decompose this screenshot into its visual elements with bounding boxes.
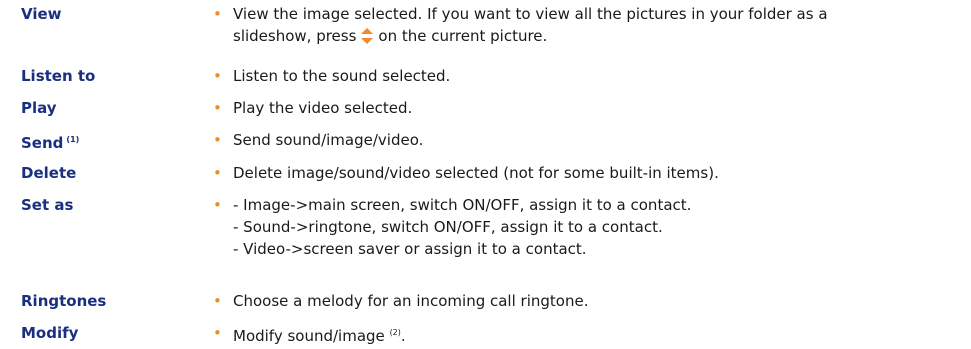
description-line: - Sound->ringtone, switch ON/OFF, assign… xyxy=(233,218,663,236)
description-set-as: - Image->main screen, switch ON/OFF, ass… xyxy=(233,194,958,260)
description-line: - Image->main screen, switch ON/OFF, ass… xyxy=(233,196,692,214)
term-set-as: Set as xyxy=(21,196,74,214)
description-listen-to: Listen to the sound selected. xyxy=(233,65,958,87)
description-ringtones: Choose a melody for an incoming call rin… xyxy=(233,290,958,312)
description-line: Choose a melody for an incoming call rin… xyxy=(233,292,589,310)
bullet: • xyxy=(213,67,222,85)
footnote-marker: (1) xyxy=(66,135,80,144)
description-line: slideshow, press on the current picture. xyxy=(233,27,548,45)
bullet: • xyxy=(213,292,222,310)
description-line: View the image selected. If you want to … xyxy=(233,5,828,23)
description-line: - Video->screen saver or assign it to a … xyxy=(233,240,587,258)
term-listen-to: Listen to xyxy=(21,67,96,85)
bullet: • xyxy=(213,131,222,149)
description-play: Play the video selected. xyxy=(233,97,958,119)
description-line: Send sound/image/video. xyxy=(233,131,424,149)
term-modify: Modify xyxy=(21,324,79,342)
term-delete: Delete xyxy=(21,164,77,182)
description-line: Play the video selected. xyxy=(233,99,413,117)
description-view: View the image selected. If you want to … xyxy=(233,3,958,47)
term-ringtones: Ringtones xyxy=(21,292,107,310)
definition-list: View • View the image selected. If you w… xyxy=(0,0,971,349)
footnote-marker: (2) xyxy=(389,328,401,337)
description-line: Delete image/sound/video selected (not f… xyxy=(233,164,719,182)
description-delete: Delete image/sound/video selected (not f… xyxy=(233,162,958,184)
term-play: Play xyxy=(21,99,57,117)
description-modify: Modify sound/image (2). xyxy=(233,322,958,347)
term-send: Send (1) xyxy=(21,134,80,152)
bullet: • xyxy=(213,164,222,182)
description-send: Send sound/image/video. xyxy=(233,129,958,151)
bullet: • xyxy=(213,99,222,117)
term-view: View xyxy=(21,5,62,23)
description-line: Listen to the sound selected. xyxy=(233,67,451,85)
bullet: • xyxy=(213,196,222,214)
description-line: Modify sound/image (2). xyxy=(233,327,406,345)
up-down-arrow-icon xyxy=(361,28,374,44)
bullet: • xyxy=(213,5,222,23)
bullet: • xyxy=(213,324,222,342)
